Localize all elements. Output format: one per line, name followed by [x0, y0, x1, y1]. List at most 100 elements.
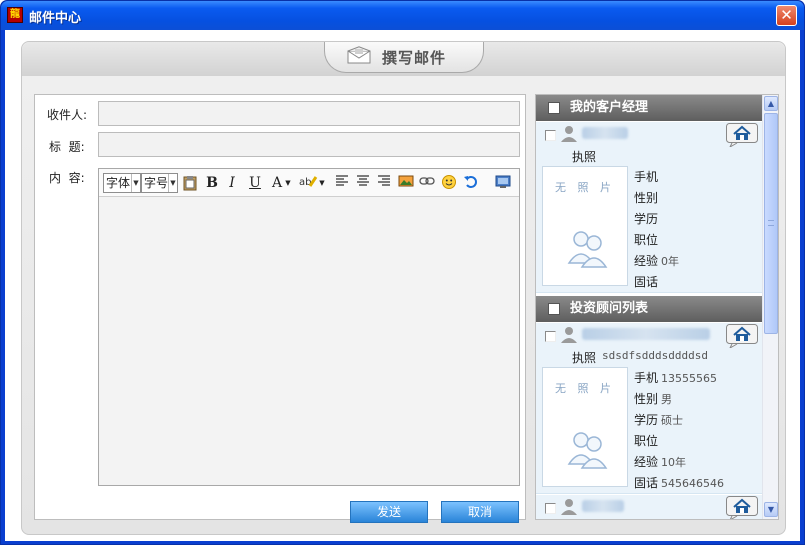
manager-card: 执照 无 照 片 手机 性别 学历 职位 经验 0年 固话 [536, 122, 762, 293]
manager-mobile: 手机 [634, 168, 661, 185]
undo-icon[interactable] [462, 174, 480, 192]
recipient-input[interactable] [98, 101, 520, 126]
advisor-experience: 经验 10年 [634, 453, 686, 470]
chevron-down-icon: ▼ [131, 174, 140, 192]
advisor-education-value: 硕士 [661, 414, 684, 427]
advisor-checkbox[interactable] [545, 503, 556, 514]
advisor-position: 职位 [634, 432, 661, 449]
align-left-icon[interactable] [333, 174, 351, 192]
gender-label: 性别 [634, 392, 659, 406]
close-button[interactable]: ✕ [776, 5, 797, 26]
tab-label: 撰写邮件 [382, 49, 447, 67]
subject-label: 标 题: [49, 140, 85, 154]
window-title: 邮件中心 [29, 11, 82, 26]
education-label: 学历 [634, 212, 659, 226]
send-button[interactable]: 发送 [350, 501, 428, 523]
manager-name-blurred [582, 127, 628, 139]
paste-icon[interactable] [181, 174, 199, 192]
position-label: 职位 [634, 434, 659, 448]
person-icon [561, 327, 577, 343]
content-textarea[interactable] [99, 198, 519, 485]
scroll-down-arrow-icon[interactable]: ▼ [764, 502, 778, 517]
position-label: 职位 [634, 233, 659, 247]
advisor-phone: 固话 545646546 [634, 474, 724, 491]
phone-label: 固话 [634, 476, 659, 490]
grip-icon [768, 220, 774, 226]
svg-text:ab: ab [299, 177, 311, 188]
home-page-icon[interactable] [726, 496, 758, 519]
education-label: 学历 [634, 413, 659, 427]
advisor-mobile-value: 13555565 [661, 372, 718, 385]
font-size-select[interactable]: 字号 ▼ [141, 173, 178, 193]
license-label: 执照 [572, 351, 597, 365]
select-all-advisors-checkbox[interactable] [548, 303, 560, 315]
chevron-down-icon[interactable]: ▼ [318, 174, 326, 192]
select-all-managers-checkbox[interactable] [548, 102, 560, 114]
link-icon[interactable] [418, 174, 436, 192]
vertical-scrollbar[interactable]: ▲ ▼ [762, 95, 778, 519]
users-icon [567, 432, 608, 469]
font-family-select[interactable]: 字体 ▼ [103, 173, 141, 193]
align-center-icon[interactable] [354, 174, 372, 192]
manager-phone: 固话 [634, 273, 661, 290]
recipient-label: 收件人: [47, 108, 88, 122]
advisor-mobile: 手机 13555565 [634, 369, 717, 386]
rich-text-editor: 字体 ▼ 字号 ▼ B I U A ▼ ab ▼ [98, 168, 520, 486]
chevron-down-icon[interactable]: ▼ [284, 174, 292, 192]
advisor-name-blurred [582, 500, 624, 512]
mail-center-window: 龍 邮件中心 ✕ 撰写邮件 收件人: 标 题: 内 容: 字体 ▼ 字号 ▼ B… [0, 0, 805, 545]
no-photo-text: 无 照 片 [555, 382, 615, 395]
manager-experience: 经验 0年 [634, 252, 679, 269]
content-label: 内 容: [49, 171, 85, 185]
underline-button[interactable]: U [246, 174, 264, 192]
font-size-label: 字号 [144, 176, 169, 190]
advisor-phone-value: 545646546 [661, 477, 725, 490]
manager-gender: 性别 [634, 189, 661, 206]
advisor-card [536, 495, 762, 519]
home-page-icon[interactable] [726, 123, 758, 147]
insert-image-icon[interactable] [397, 174, 415, 192]
cancel-button[interactable]: 取消 [441, 501, 519, 523]
bold-button[interactable]: B [203, 174, 221, 192]
scroll-up-arrow-icon[interactable]: ▲ [764, 96, 778, 111]
subject-input[interactable] [98, 132, 520, 157]
manager-checkbox[interactable] [545, 130, 556, 141]
manager-education: 学历 [634, 210, 661, 227]
no-photo-text: 无 照 片 [555, 181, 615, 194]
scrollbar-thumb[interactable] [764, 113, 778, 334]
license-label: 执照 [572, 150, 597, 164]
manager-position: 职位 [634, 231, 661, 248]
manager-experience-value: 0年 [661, 255, 680, 268]
gender-label: 性别 [634, 191, 659, 205]
advisor-name-blurred [582, 328, 710, 340]
source-view-icon[interactable] [494, 174, 512, 192]
advisor-education: 学历 硕士 [634, 411, 683, 428]
italic-button[interactable]: I [223, 174, 241, 192]
users-icon [567, 231, 608, 268]
client-area: 撰写邮件 收件人: 标 题: 内 容: 字体 ▼ 字号 ▼ B I U A ▼ … [5, 30, 800, 541]
advisor-gender-value: 男 [661, 393, 673, 406]
home-page-icon[interactable] [726, 324, 758, 348]
advisor-gender: 性别男 [634, 390, 672, 407]
compose-panel: 收件人: 标 题: 内 容: 字体 ▼ 字号 ▼ B I U A ▼ ab ▼ … [34, 94, 526, 523]
main-frame: 撰写邮件 收件人: 标 题: 内 容: 字体 ▼ 字号 ▼ B I U A ▼ … [21, 41, 786, 535]
advisor-checkbox[interactable] [545, 331, 556, 342]
envelope-icon [347, 46, 371, 64]
title-bar[interactable]: 龍 邮件中心 ✕ [1, 1, 804, 30]
contacts-list: 我的客户经理 执照 无 照 片 手机 性别 学历 职位 经验 0年 固话 投资顾… [536, 95, 762, 519]
font-family-label: 字体 [106, 176, 131, 190]
align-right-icon[interactable] [375, 174, 393, 192]
highlight-icon[interactable]: ab [297, 174, 319, 192]
emoticon-icon[interactable] [440, 174, 458, 192]
chevron-down-icon: ▼ [168, 174, 177, 192]
tab-band: 撰写邮件 [22, 42, 785, 76]
section-title-managers: 我的客户经理 [570, 100, 649, 115]
tab-compose-mail[interactable]: 撰写邮件 [324, 42, 484, 73]
app-logo-icon: 龍 [7, 7, 23, 23]
section-header-managers: 我的客户经理 [536, 95, 762, 121]
section-title-advisors: 投资顾问列表 [570, 301, 649, 316]
experience-label: 经验 [634, 254, 659, 268]
advisor-photo-placeholder: 无 照 片 [542, 367, 628, 487]
manager-photo-placeholder: 无 照 片 [542, 166, 628, 286]
person-icon [561, 499, 577, 515]
